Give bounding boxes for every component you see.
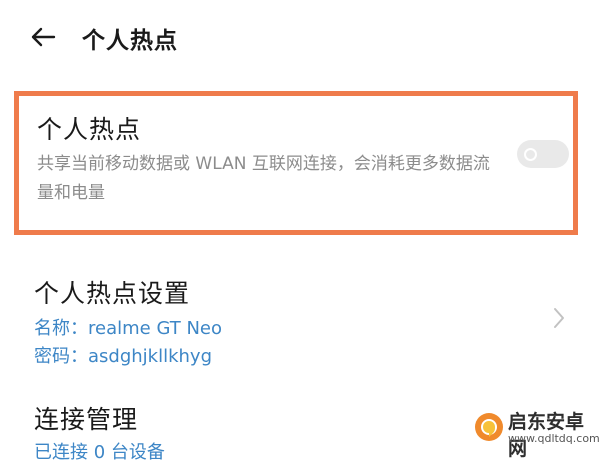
watermark-url: www.qdltdq.com: [508, 432, 600, 445]
hotspot-settings-row[interactable]: 个人热点设置 名称：realme GT Neo 密码：asdghjkllkhyg: [0, 262, 600, 372]
toggle-knob: [524, 148, 537, 161]
watermark-logo-icon: [475, 413, 503, 441]
connection-management-title: 连接管理: [34, 405, 139, 434]
chevron-right-icon: [554, 308, 564, 328]
personal-hotspot-card: 个人热点 共享当前移动数据或 WLAN 互联网连接，会消耗更多数据流量和电量: [14, 91, 578, 235]
connected-devices-count: 已连接 0 台设备: [34, 442, 165, 463]
hotspot-settings-title: 个人热点设置: [34, 279, 191, 308]
hotspot-toggle[interactable]: [517, 140, 569, 168]
hotspot-name: 名称：realme GT Neo: [34, 318, 223, 339]
hotspot-password: 密码：asdghjkllkhyg: [34, 346, 213, 367]
hotspot-description: 共享当前移动数据或 WLAN 互联网连接，会消耗更多数据流量和电量: [37, 154, 490, 203]
arrow-left-icon: [31, 27, 56, 47]
back-button[interactable]: [28, 22, 58, 52]
hotspot-title: 个人热点: [37, 115, 142, 144]
page-title: 个人热点: [82, 28, 178, 54]
top-bar: 个人热点: [0, 0, 600, 75]
watermark: 启东安卓网 www.qdltdq.com: [468, 405, 600, 460]
